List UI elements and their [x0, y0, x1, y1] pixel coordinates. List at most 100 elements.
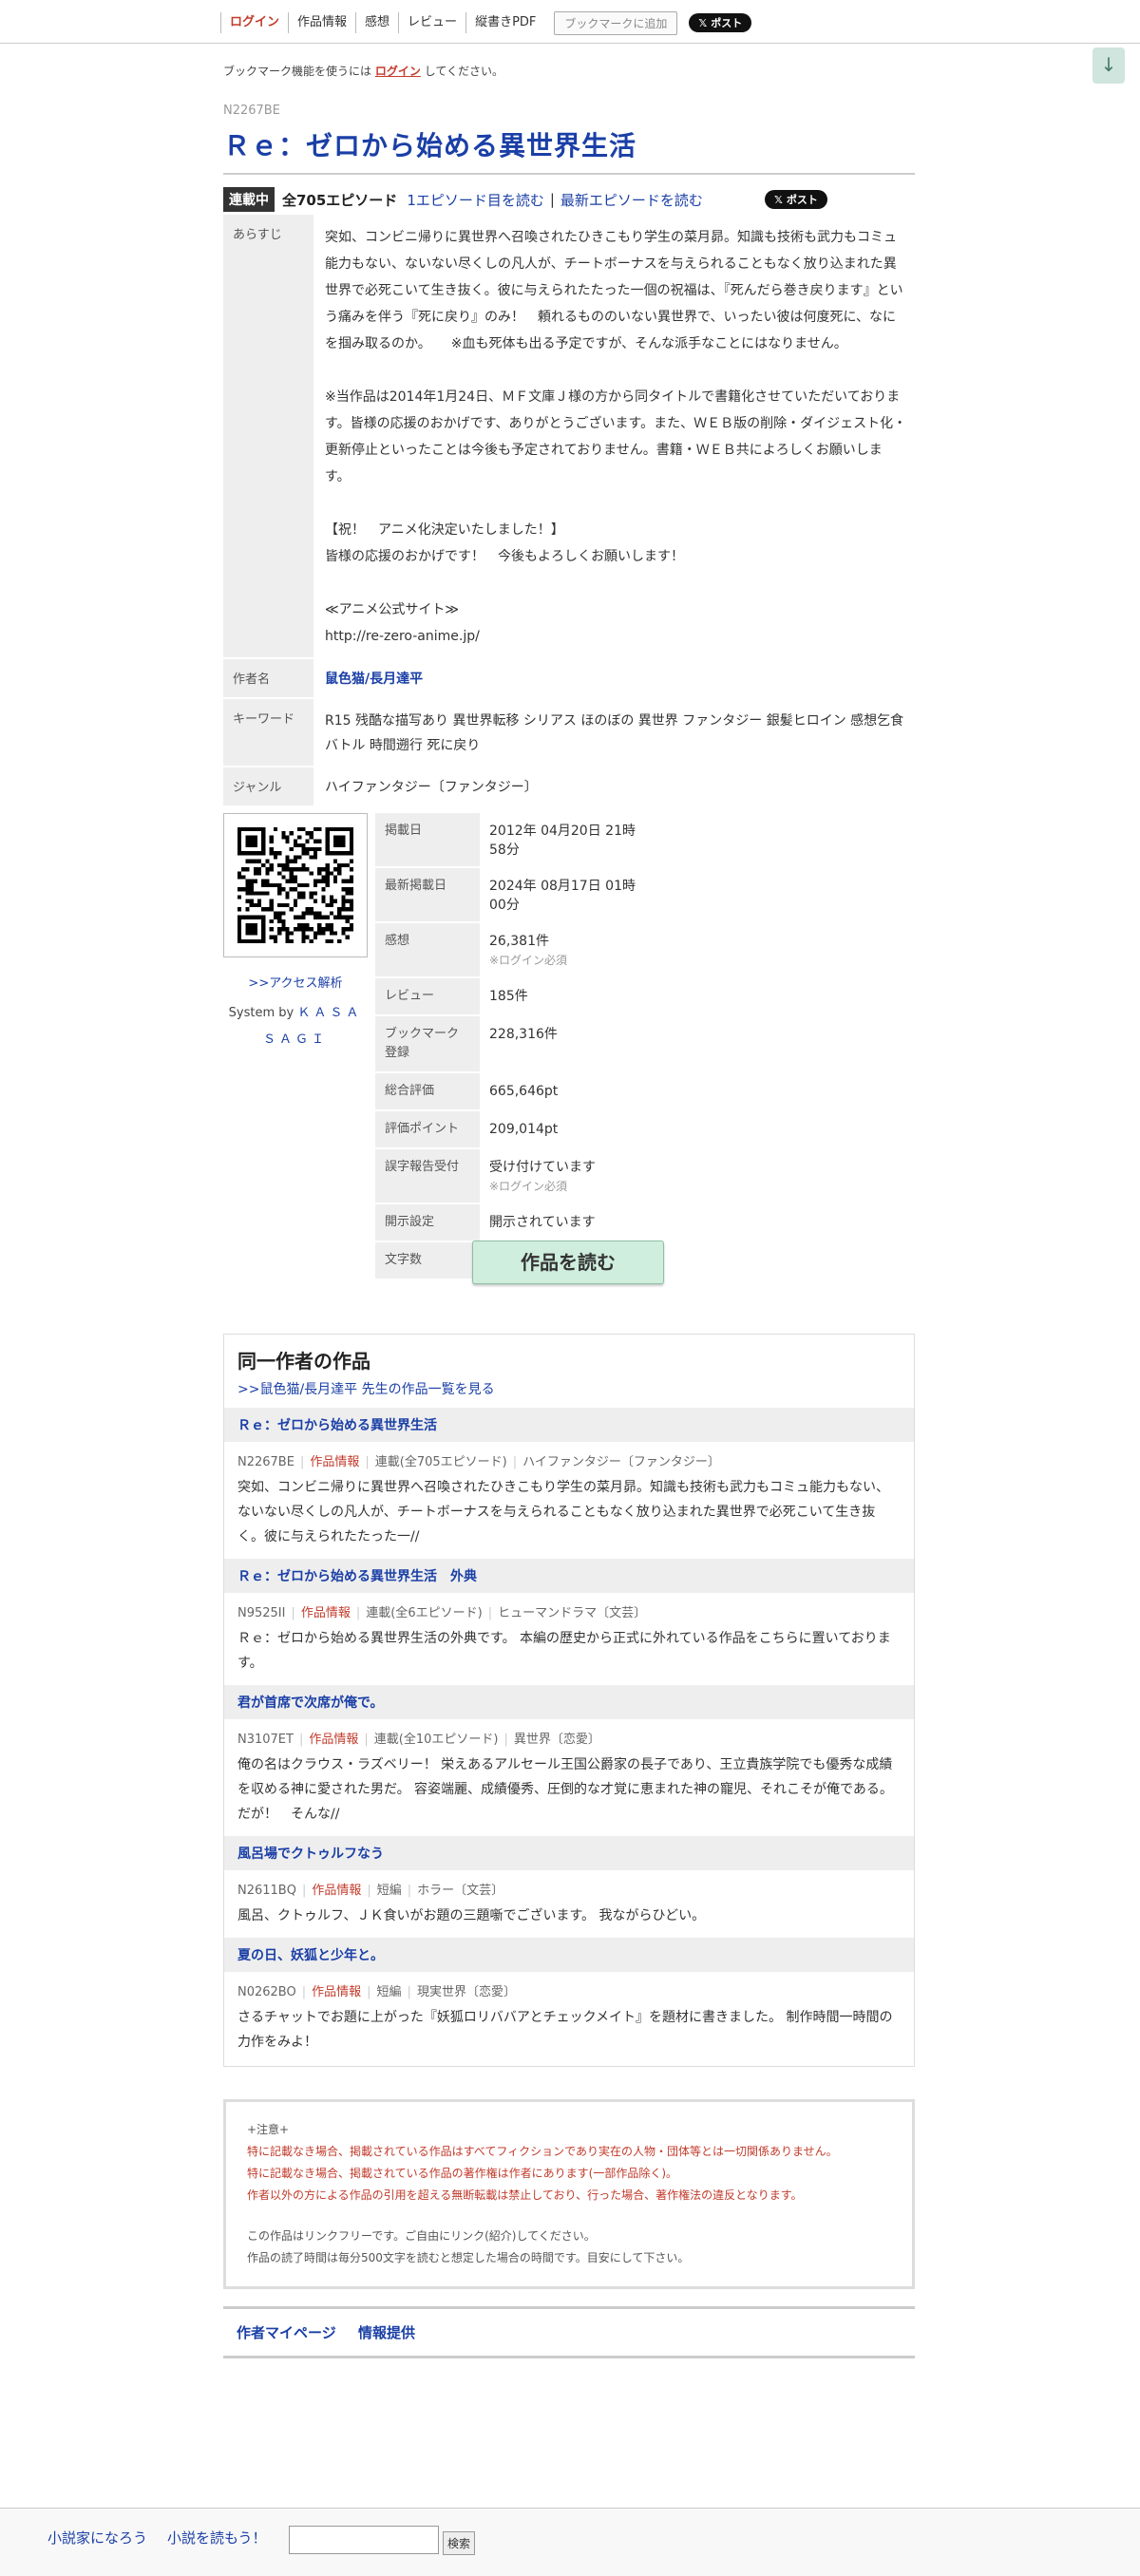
bookmark-login-note: ブックマーク機能を使うには ログイン してください。 [223, 63, 915, 79]
genre-row: ジャンル ハイファンタジー〔ファンタジー〕 [223, 767, 915, 807]
access-analysis-link[interactable]: >>アクセス解析 [223, 973, 368, 991]
author-link[interactable]: 鼠色猫/長月達平 [325, 672, 423, 687]
work-ncode: N9525II [238, 1606, 286, 1620]
genre-value: ハイファンタジー〔ファンタジー〕 [325, 780, 538, 795]
detail-label: 掲載日 [375, 813, 480, 868]
synopsis-paragraph: http://re-zero-anime.jp/ [325, 629, 480, 644]
detail-value: 228,316件 [489, 1027, 558, 1042]
meta-separator: | [407, 1985, 411, 1999]
author-row: 作者名 鼠色猫/長月達平 [223, 659, 915, 699]
read-novel-button[interactable]: 作品を読む [472, 1241, 664, 1284]
work-description: 風呂、クトゥルフ、ＪＫ食いがお題の三題噺でございます。 我ながらひどい。 [238, 1908, 706, 1923]
login-link[interactable]: ログイン [220, 12, 288, 33]
search-input[interactable] [289, 2526, 439, 2554]
meta-separator: | [299, 1455, 305, 1469]
detail-label: 開示設定 [375, 1204, 480, 1242]
impressions-link[interactable]: 感想 [355, 12, 398, 33]
work-title-link[interactable]: 夏の日、妖狐と少年と。 [224, 1938, 914, 1972]
novel-title: Ｒｅ：ゼロから始める異世界生活 [223, 125, 915, 175]
detail-label: 総合評価 [375, 1073, 480, 1111]
detail-row: 総合評価 665,646pt [375, 1073, 660, 1111]
meta-separator: | [365, 1455, 370, 1469]
episode-status-row: 連載中 全705エピソード 1エピソード目を読む | 最新エピソードを読む 𝕏ポ… [223, 186, 915, 213]
meta-separator: | [504, 1733, 508, 1747]
notice-heading: +注意+ [247, 2123, 290, 2136]
works-list: Ｒｅ：ゼロから始める異世界生活 N2267BE | 作品情報 | 連載(全705エピソード… [224, 1408, 914, 2055]
notice-gray-line: この作品はリンクフリーです。ご自由にリンク(紹介)してください。 [247, 2229, 596, 2243]
work-meta: N9525II | 作品情報 | 連載(全6エピソード) | ヒューマンドラマ〔文芸〕 [224, 1593, 914, 1620]
work-info-link[interactable]: 作品情報 [309, 1733, 358, 1747]
reviews-link[interactable]: レビュー [398, 12, 466, 33]
work-type: 短編 [376, 1884, 402, 1898]
work-title-link[interactable]: 風呂場でクトゥルフなう [224, 1836, 914, 1870]
yomou-link[interactable]: 小説を読もう！ [167, 2528, 267, 2548]
synopsis-paragraph: 【祝！ アニメ化決定いたしました！】 [325, 522, 564, 538]
detail-note: ※ログイン必須 [489, 1180, 568, 1193]
work-meta: N2611BQ | 作品情報 | 短編 | ホラー〔文芸〕 [224, 1870, 914, 1898]
x-post-label: ポスト [786, 194, 818, 206]
info-report-link[interactable]: 情報提供 [358, 2324, 415, 2341]
vertical-pdf-link[interactable]: 縦書きPDF [466, 12, 544, 33]
work-type: 短編 [376, 1985, 402, 1999]
x-logo-icon: 𝕏 [698, 16, 708, 29]
work-title-link[interactable]: 君が首席で次席が俺で。 [224, 1685, 914, 1719]
meta-separator: | [355, 1606, 361, 1620]
detail-row: レビュー 185件 [375, 978, 660, 1016]
detail-row: ブックマーク登録 228,316件 [375, 1016, 660, 1073]
add-bookmark-button[interactable]: ブックマークに追加 [554, 10, 678, 35]
work-description: 突如、コンビニ帰りに異世界へ召喚されたひきこもり学生の菜月昴。知識も技術も武力も… [238, 1480, 889, 1544]
work-title-link[interactable]: Ｒｅ：ゼロから始める異世界生活 [224, 1408, 914, 1442]
notice-red-line: 特に記載なき場合、掲載されている作品の著作権は作者にあります(一部作品除く)。 [247, 2167, 678, 2180]
syosetu-home-link[interactable]: 小説家になろう [48, 2528, 147, 2548]
meta-separator: | [367, 1985, 371, 1999]
author-works-list-link[interactable]: >>鼠色猫/長月達平 先生の作品一覧を見る [224, 1379, 914, 1398]
detail-value: 開示されています [489, 1215, 596, 1230]
work-info-link[interactable]: 作品情報 [312, 1985, 361, 1999]
work-description: Ｒｅ：ゼロから始める異世界生活の外典です。 本編の歴史から正式に外れている作品を… [238, 1631, 891, 1671]
work-item: Ｒｅ：ゼロから始める異世界生活 N2267BE | 作品情報 | 連載(全705エピソード… [224, 1408, 914, 1549]
detail-label: レビュー [375, 978, 480, 1016]
detail-row: 最新掲載日 2024年 08月17日 01時00分 [375, 868, 660, 923]
synopsis-paragraph: ≪アニメ公式サイト≫ [325, 602, 460, 617]
x-post-button[interactable]: 𝕏 ポスト [689, 13, 752, 32]
synopsis-gap [325, 570, 907, 597]
novel-info-link[interactable]: 作品情報 [288, 12, 355, 33]
detail-value: 2012年 04月20日 21時58分 [489, 824, 636, 858]
work-genre: ヒューマンドラマ〔文芸〕 [498, 1606, 647, 1620]
search-button[interactable]: 検索 [443, 2531, 476, 2555]
meta-separator: | [367, 1884, 371, 1898]
detail-label: ブックマーク登録 [375, 1016, 480, 1073]
author-label: 作者名 [223, 659, 314, 699]
work-info-link[interactable]: 作品情報 [301, 1606, 351, 1620]
bottom-bar: 小説家になろう 小説を読もう！ 検索 [0, 2508, 1140, 2576]
bookmark-note-prefix: ブックマーク機能を使うには [223, 65, 372, 78]
notice-red-line: 作者以外の方による作品の引用を超える無断転載は禁止しており、行った場合、著作権法… [247, 2188, 803, 2202]
author-mypage-link[interactable]: 作者マイページ [237, 2324, 336, 2341]
bookmark-note-login-link[interactable]: ログイン [375, 65, 421, 78]
detail-row: 開示設定 開示されています [375, 1204, 660, 1242]
detail-row: 掲載日 2012年 04月20日 21時58分 [375, 813, 660, 868]
synopsis-paragraph: 突如、コンビニ帰りに異世界へ召喚されたひきこもり学生の菜月昴。知識も技術も武力も… [325, 230, 903, 351]
work-info-link[interactable]: 作品情報 [312, 1884, 361, 1898]
read-first-episode-link[interactable]: 1エピソード目を読む [407, 190, 544, 210]
detail-value-cell: 開示されています [480, 1204, 660, 1242]
read-latest-episode-link[interactable]: 最新エピソードを読む [560, 190, 703, 210]
scroll-down-arrow-icon[interactable]: ↓ [1092, 47, 1125, 84]
work-info-link[interactable]: 作品情報 [310, 1455, 359, 1469]
work-title-link[interactable]: Ｒｅ：ゼロから始める異世界生活 外典 [224, 1559, 914, 1593]
synopsis-paragraph: 皆様の応援のおかげです！ 今後もよろしくお願いします！ [325, 549, 684, 564]
detail-section: >>アクセス解析 System by ＫＡＳＡＳＡＧＩ 掲載日 2012年 04月… [223, 813, 915, 1280]
detail-row: 感想 26,381件 ※ログイン必須 [375, 923, 660, 978]
synopsis-row: あらすじ 突如、コンビニ帰りに異世界へ召喚されたひきこもり学生の菜月昴。知識も技… [223, 215, 915, 659]
detail-label: 最新掲載日 [375, 868, 480, 923]
qr-code-image [223, 813, 368, 957]
novel-info-table: あらすじ 突如、コンビニ帰りに異世界へ召喚されたひきこもり学生の菜月昴。知識も技… [223, 215, 915, 807]
detail-value-cell: 209,014pt [480, 1111, 660, 1149]
work-description: 俺の名はクラウス・ラズベリー！ 栄えあるアルセール王国公爵家の長子であり、王立貴… [238, 1757, 893, 1822]
x-post-button-2[interactable]: 𝕏 ポスト [765, 190, 827, 209]
top-nav-bar: ログイン 作品情報 感想 レビュー 縦書きPDF ブックマークに追加 𝕏 ポスト [0, 0, 1140, 44]
meta-separator: | [298, 1733, 304, 1747]
notice-gray-line: 作品の読了時間は毎分500文字を読むと想定した場合の時間です。目安にして下さい。 [247, 2251, 690, 2264]
detail-value-cell: 665,646pt [480, 1073, 660, 1111]
work-meta: N0262BO | 作品情報 | 短編 | 現実世界〔恋愛〕 [224, 1972, 914, 1999]
